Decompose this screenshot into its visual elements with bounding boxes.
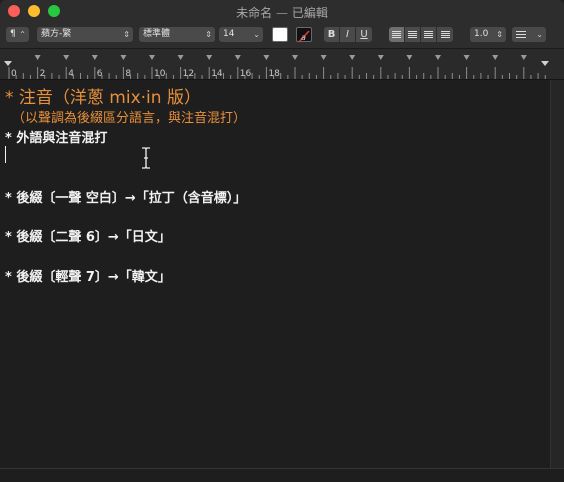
tab-stop-marker[interactable] [34, 55, 41, 60]
ruler-label: 14 [211, 69, 223, 79]
edited-status: 已編輯 [291, 6, 328, 20]
chevron-updown-icon: ⌃ [19, 30, 26, 39]
tab-stop-marker[interactable] [320, 55, 327, 60]
font-style-popup[interactable]: 標準體 ⇕ [139, 27, 215, 42]
align-center-button[interactable] [405, 27, 421, 42]
chevron-updown-icon: ⇕ [205, 30, 212, 39]
tab-stop-marker[interactable] [492, 55, 499, 60]
tab-stop-marker[interactable] [463, 55, 470, 60]
right-margin-marker[interactable] [541, 61, 549, 66]
text-style-group: B I U [324, 27, 372, 42]
chevron-down-icon: ⌄ [253, 30, 260, 39]
tab-stop-marker[interactable] [91, 55, 98, 60]
vertical-scrollbar[interactable] [550, 80, 564, 468]
format-toolbar: ¶ ⌃ 蘋方-繁 ⇕ 標準體 ⇕ 14 ⌄ a B I U 1.0 ⇕ ⌄ [0, 22, 564, 49]
tab-stop-marker[interactable] [377, 55, 384, 60]
text-color-well[interactable] [272, 27, 288, 42]
align-right-icon [424, 31, 433, 38]
no-highlight-icon: a [298, 30, 310, 43]
tab-stop-marker[interactable] [292, 55, 298, 60]
underline-button[interactable]: U [356, 27, 372, 42]
chevron-down-icon: ⌄ [536, 30, 543, 39]
ruler-label: 8 [125, 69, 131, 79]
tab-stop-marker[interactable] [234, 55, 241, 60]
align-right-button[interactable] [421, 27, 437, 42]
align-left-button[interactable] [389, 27, 405, 42]
tab-stop-marker[interactable] [406, 55, 413, 60]
align-center-icon [408, 31, 417, 38]
tab-stop-marker[interactable] [177, 55, 184, 60]
tab-stop-marker[interactable] [206, 55, 213, 60]
ibeam-cursor-icon [142, 147, 150, 169]
ruler[interactable]: 0 2 4 6 8 10 12 14 16 18 [0, 49, 564, 80]
list-bullets-icon [516, 31, 526, 38]
align-left-icon [392, 31, 401, 38]
text-line: * 後綴〔一聲 空白〕→「拉丁（含音標）」 [5, 191, 247, 206]
ruler-label: 4 [68, 69, 74, 79]
highlight-color-well[interactable]: a [296, 27, 312, 43]
left-indent-marker[interactable] [4, 61, 12, 66]
ruler-label: 6 [97, 69, 103, 79]
window-title: 未命名 — 已編輯 [0, 4, 564, 21]
line-spacing-popup[interactable]: 1.0 ⇕ [470, 27, 506, 42]
font-family-popup[interactable]: 蘋方-繁 ⇕ [37, 27, 133, 42]
svg-text:a: a [301, 33, 306, 42]
font-family-value: 蘋方-繁 [41, 29, 72, 39]
document-name: 未命名 [236, 6, 273, 20]
tab-stop-marker[interactable] [149, 55, 155, 60]
italic-button[interactable]: I [340, 27, 356, 42]
document-text-area[interactable]: * 注音（洋蔥 mix·in 版） （以聲調為後綴區分語言，與注音混打） * 外… [0, 80, 550, 468]
alignment-group [389, 27, 453, 42]
paragraph-style-label: ¶ [10, 29, 16, 39]
ruler-label: 18 [268, 69, 280, 79]
line-spacing-value: 1.0 [474, 29, 489, 39]
text-line: * 外語與注音混打 [5, 131, 108, 146]
bold-button[interactable]: B [324, 27, 340, 42]
title-bar[interactable]: 未命名 — 已編輯 [0, 0, 564, 22]
chevron-updown-icon: ⇕ [123, 30, 130, 39]
ruler-label: 16 [240, 69, 252, 79]
ruler-label: 12 [183, 69, 194, 79]
tab-stop-marker[interactable] [349, 55, 356, 60]
title-separator: — [272, 6, 292, 20]
list-style-popup[interactable]: ⌄ [512, 27, 546, 42]
text-caret [5, 146, 6, 163]
tab-stop-marker[interactable] [263, 55, 270, 60]
justify-button[interactable] [437, 27, 453, 42]
tab-stop-marker[interactable] [520, 55, 527, 60]
ruler-label: 0 [11, 69, 17, 79]
document-subheading: （以聲調為後綴區分語言，與注音混打） [12, 111, 247, 126]
document-heading: * 注音（洋蔥 mix·in 版） [5, 88, 201, 108]
textedit-window: 未命名 — 已編輯 ¶⌃ 蘋方-繁 ⇕ 標準體 ⇕ 14 ⌄ a B I U [0, 0, 564, 482]
font-style-value: 標準體 [143, 29, 171, 39]
window-bottom-edge [0, 468, 564, 482]
ruler-label: 10 [154, 69, 166, 79]
chevron-updown-icon: ⇕ [496, 30, 503, 39]
tab-stop-marker[interactable] [435, 55, 441, 60]
font-size-combo[interactable]: 14 ⌄ [219, 27, 263, 42]
tab-stop-marker[interactable] [120, 55, 127, 60]
ruler-scale: 0 2 4 6 8 10 12 14 16 18 [4, 55, 549, 79]
text-line: * 後綴〔輕聲 7〕→「韓文」 [5, 270, 171, 285]
text-line: * 後綴〔二聲 6〕→「日文」 [5, 230, 171, 245]
ruler-label: 2 [40, 69, 46, 79]
tab-stop-marker[interactable] [63, 55, 70, 60]
font-size-value: 14 [223, 29, 235, 39]
paragraph-style-popup[interactable]: ¶ ⌃ [6, 27, 29, 42]
justify-icon [440, 31, 450, 38]
